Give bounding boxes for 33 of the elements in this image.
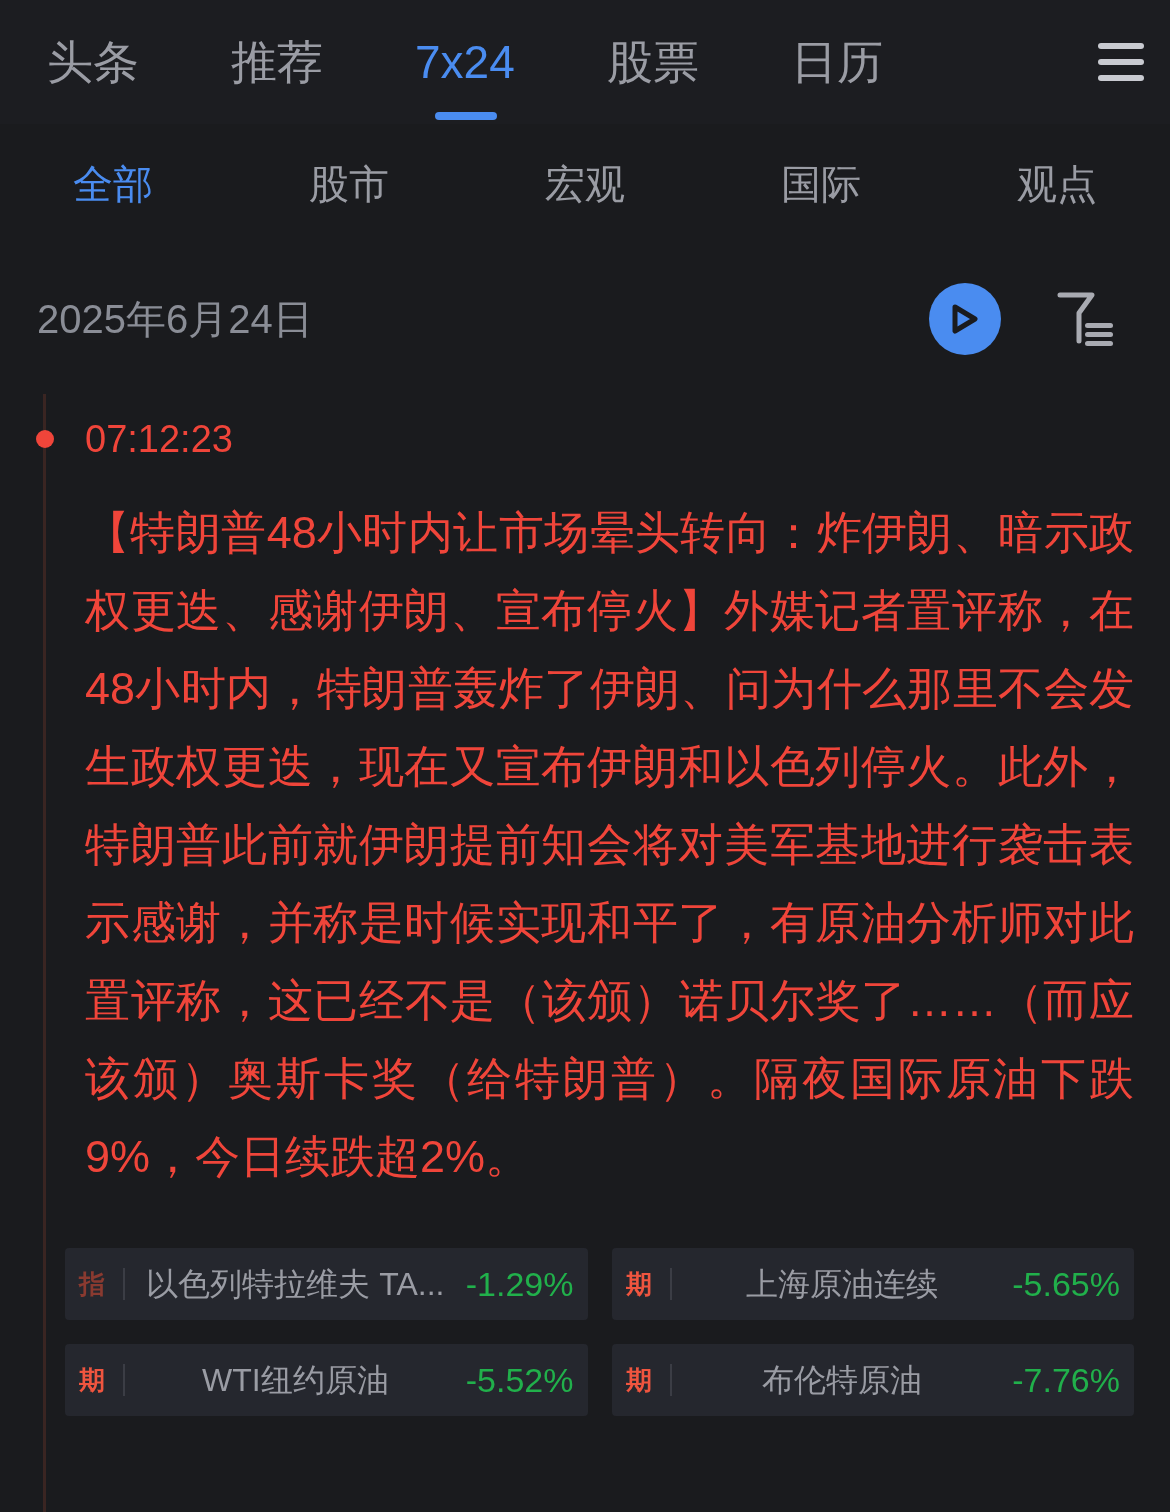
quote-tag: 期 (79, 1360, 105, 1400)
menu-icon[interactable] (1098, 43, 1144, 81)
nav-tab[interactable]: 日历 (790, 0, 883, 124)
quote-change: -5.52% (465, 1359, 574, 1401)
quote-tag: 期 (625, 1264, 652, 1304)
quote-change: -5.65% (1012, 1263, 1120, 1305)
nav-tab[interactable]: 头条 (47, 0, 139, 124)
quote-name: 以色列特拉维夫 TA... (145, 1265, 446, 1304)
quote-card[interactable]: 期 布伦特原油 -7.76% (611, 1344, 1134, 1416)
news-time: 07:12:23 (85, 416, 233, 462)
category-tab[interactable]: 国际 (781, 154, 861, 214)
quote-name: 上海原油连续 (744, 1265, 939, 1304)
quote-change: -1.29% (465, 1263, 574, 1305)
quote-name: WTI纽约原油 (201, 1361, 390, 1400)
quote-tag: 期 (625, 1360, 652, 1400)
quote-change: -7.76% (1012, 1359, 1120, 1401)
nav-tab[interactable]: 7x24 (415, 0, 515, 124)
play-icon (951, 304, 979, 334)
news-text: 【特朗普48小时内让市场晕头转向：炸伊朗、暗示政权更迭、感谢伊朗、宣布停火】外媒记者置评称，在48小时内，特朗普轰炸了伊朗、问为什么那里不会发生政权更迭，现在又宣布伊朗和以色列停火。此外，特朗普此前就伊朗提前知会将对美军基地进行袭击表示感谢，并称是时候实现和平了，有原油分析师对此置评称，这已经不是（该颁）诺贝尔奖了……（而应该颁）奥斯卡奖（给特朗普）。隔夜国际原油下跌9%，今日续跌超2%。 (85, 506, 1134, 1184)
date-label: 2025年6月24日 (37, 296, 313, 343)
filter-icon[interactable] (1057, 291, 1115, 347)
category-tab[interactable]: 股市 (309, 154, 389, 214)
category-tab[interactable]: 全部 (73, 154, 153, 214)
quote-card[interactable]: 期 WTI纽约原油 -5.52% (65, 1344, 588, 1416)
tab-underline (435, 112, 497, 120)
quote-card[interactable]: 期 上海原油连续 -5.65% (611, 1248, 1134, 1320)
quote-card[interactable]: 指 以色列特拉维夫 TA... -1.29% (65, 1248, 588, 1320)
category-tab[interactable]: 宏观 (545, 154, 625, 214)
category-tab[interactable]: 观点 (1017, 154, 1097, 214)
quote-tag: 指 (79, 1264, 105, 1304)
quote-name: 布伦特原油 (760, 1361, 923, 1400)
nav-tab[interactable]: 推荐 (231, 0, 323, 124)
nav-tab[interactable]: 股票 (606, 0, 699, 124)
